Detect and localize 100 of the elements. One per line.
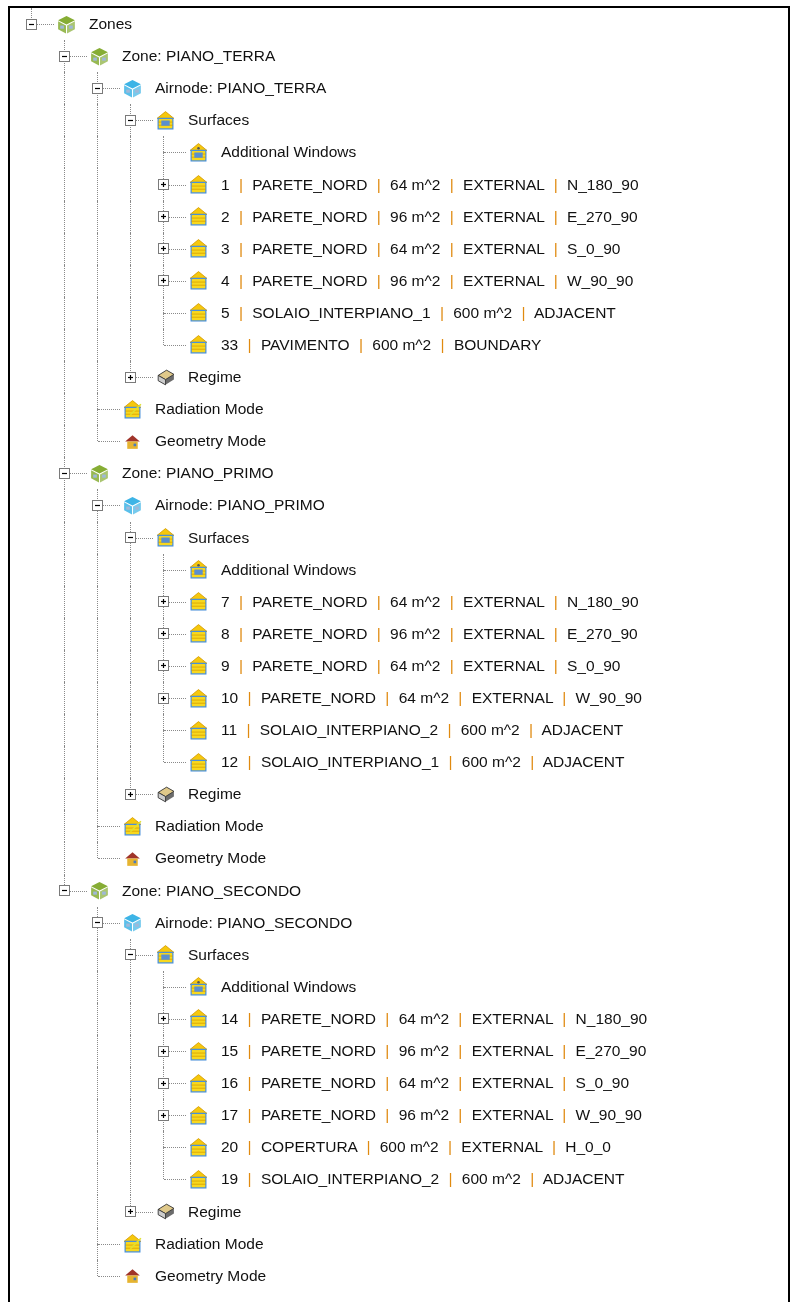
tree-item-label[interactable]: 2 | PARETE_NORD | 96 m^2 | EXTERNAL | E_270_90 [221, 207, 638, 226]
tree-item-label[interactable]: 14 | PARETE_NORD | 64 m^2 | EXTERNAL | N_180_90 [221, 1009, 648, 1028]
tree-item-label[interactable]: 11 | SOLAIO_INTERPIANO_2 | 600 m^2 | ADJACENT [221, 721, 624, 740]
house-icon [188, 1008, 209, 1030]
tree-item-label[interactable]: Additional Windows [221, 560, 357, 579]
cube-icon [56, 13, 77, 35]
tree-item-label[interactable]: 17 | PARETE_NORD | 96 m^2 | EXTERNAL | W_90_90 [221, 1106, 642, 1125]
house-icon [122, 1233, 143, 1255]
house-icon [188, 270, 209, 292]
plus-icon[interactable] [158, 1013, 169, 1025]
house-icon [122, 815, 143, 837]
minus-icon[interactable] [59, 467, 70, 479]
tree-item-label[interactable]: Regime [188, 785, 242, 804]
cube-icon [122, 912, 143, 934]
tree-item-label[interactable]: 33 | PAVIMENTO | 600 m^2 | BOUNDARY [221, 336, 542, 354]
plus-icon[interactable] [158, 628, 169, 640]
plus-icon[interactable] [158, 692, 169, 704]
house-icon [188, 141, 209, 163]
plus-icon[interactable] [158, 243, 169, 255]
house-icon [188, 174, 209, 195]
house-icon [188, 1040, 209, 1062]
plus-icon[interactable] [158, 1109, 169, 1121]
house-icon [188, 206, 209, 228]
cube-icon [89, 45, 110, 67]
minus-icon[interactable] [125, 114, 136, 126]
minus-icon[interactable] [92, 82, 103, 94]
cube-icon [122, 77, 143, 99]
plus-icon[interactable] [158, 275, 169, 287]
house-icon [188, 655, 209, 677]
box-icon [155, 366, 176, 388]
plus-icon[interactable] [125, 371, 136, 383]
tree-item-label[interactable]: 7 | PARETE_NORD | 64 m^2 | EXTERNAL | N_180_90 [221, 592, 639, 611]
cube-icon [122, 494, 143, 516]
tree-item-label[interactable]: 4 | PARETE_NORD | 96 m^2 | EXTERNAL | W_90_90 [221, 271, 634, 290]
house-icon [188, 238, 209, 260]
tree-item-label[interactable]: Airnode: PIANO_PRIMO [155, 496, 325, 515]
plus-icon[interactable] [158, 596, 169, 608]
plus-icon[interactable] [158, 660, 169, 672]
plus-icon[interactable] [158, 1077, 169, 1089]
tree-item-label[interactable]: 16 | PARETE_NORD | 64 m^2 | EXTERNAL | S_0_90 [221, 1074, 630, 1093]
tree-item-label[interactable]: 12 | SOLAIO_INTERPIANO_1 | 600 m^2 | ADJACENT [221, 753, 625, 772]
box-icon [155, 783, 176, 805]
minus-icon[interactable] [92, 917, 103, 929]
tree-item-label[interactable]: Zone: PIANO_TERRA [122, 47, 276, 66]
house-icon [188, 719, 209, 741]
house-icon [188, 1104, 209, 1126]
tree-item-label[interactable]: Surfaces [188, 528, 250, 547]
tree-item-label[interactable]: Zone: PIANO_SECONDO [122, 881, 302, 900]
tree-item-label[interactable]: 1 | PARETE_NORD | 64 m^2 | EXTERNAL | N_180_90 [221, 175, 639, 194]
plus-icon[interactable] [158, 1045, 169, 1057]
house-icon [188, 976, 209, 998]
tree-item-label[interactable]: 5 | SOLAIO_INTERPIANO_1 | 600 m^2 | ADJACENT [221, 303, 616, 322]
tree-item-label[interactable]: Airnode: PIANO_TERRA [155, 79, 327, 98]
house-icon [188, 334, 209, 356]
tree-item-label[interactable]: Zones [89, 15, 133, 34]
house-icon [188, 751, 209, 773]
tree-item-label[interactable]: Regime [188, 1202, 242, 1221]
tree-item-label[interactable]: 3 | PARETE_NORD | 64 m^2 | EXTERNAL | S_0_90 [221, 239, 621, 258]
tree-item-label[interactable]: 19 | SOLAIO_INTERPIANO_2 | 600 m^2 | ADJACENT [221, 1170, 625, 1189]
tree-item-label[interactable]: Additional Windows [221, 143, 357, 162]
tree-item-label[interactable]: Airnode: PIANO_SECONDO [155, 913, 353, 932]
plus-icon[interactable] [158, 211, 169, 223]
tree-item-label[interactable]: 8 | PARETE_NORD | 96 m^2 | EXTERNAL | E_270_90 [221, 624, 638, 643]
house-icon [188, 623, 209, 645]
house-icon [188, 1072, 209, 1094]
minus-icon[interactable] [125, 949, 136, 961]
tree-item-label[interactable]: Geometry Mode [155, 1266, 267, 1285]
tree-item-label[interactable]: Surfaces [188, 111, 250, 130]
minus-icon[interactable] [26, 18, 37, 30]
cube-icon [89, 880, 110, 902]
house-icon [122, 398, 143, 420]
cube-icon [89, 462, 110, 484]
house-icon [155, 527, 176, 549]
minus-icon[interactable] [92, 499, 103, 511]
tree-item-label[interactable]: 15 | PARETE_NORD | 96 m^2 | EXTERNAL | E_270_90 [221, 1042, 647, 1061]
minus-icon[interactable] [125, 532, 136, 544]
house-icon [155, 109, 176, 131]
tree-item-label[interactable]: Regime [188, 368, 242, 387]
house-icon [188, 687, 209, 709]
minus-icon[interactable] [59, 885, 70, 897]
house-icon [188, 1136, 209, 1158]
tree-item-label[interactable]: Zone: PIANO_PRIMO [122, 464, 274, 483]
tree-item-label[interactable]: Radiation Mode [155, 1234, 264, 1253]
tree-item-label[interactable]: Additional Windows [221, 977, 357, 996]
house-icon [155, 944, 176, 966]
house-icon [188, 591, 209, 613]
tree-item-label[interactable]: 20 | COPERTURA | 600 m^2 | EXTERNAL | H_0_0 [221, 1138, 611, 1157]
plus-icon[interactable] [158, 179, 169, 190]
tree-item-label[interactable]: Radiation Mode [155, 817, 264, 836]
tree-item-label[interactable]: Geometry Mode [155, 849, 267, 868]
tree-item-label[interactable]: 9 | PARETE_NORD | 64 m^2 | EXTERNAL | S_0_90 [221, 656, 621, 675]
tree-item-label[interactable]: Surfaces [188, 945, 250, 964]
tree-item-label[interactable]: 10 | PARETE_NORD | 64 m^2 | EXTERNAL | W_90_90 [221, 689, 642, 707]
tree-item-label[interactable]: Geometry Mode [155, 432, 267, 451]
tree-item-label[interactable]: Radiation Mode [155, 400, 264, 419]
plus-icon[interactable] [125, 1206, 136, 1217]
minus-icon[interactable] [59, 50, 70, 62]
plus-icon[interactable] [125, 788, 136, 800]
house-icon [188, 559, 209, 581]
box-icon [155, 1201, 176, 1222]
